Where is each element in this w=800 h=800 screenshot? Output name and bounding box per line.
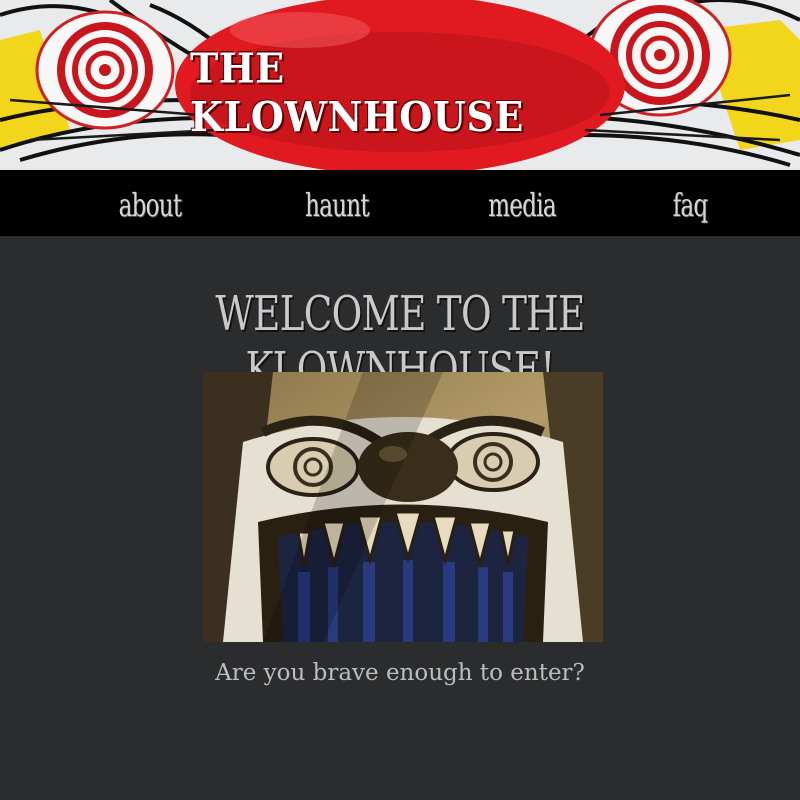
header-banner: THE KLOWNHOUSE <box>0 0 800 170</box>
site-title[interactable]: THE KLOWNHOUSE <box>190 43 610 140</box>
nav-item-about[interactable]: about <box>92 186 207 224</box>
clown-mouth-photo <box>203 372 603 642</box>
nav-item-faq[interactable]: faq <box>632 186 747 224</box>
main-nav: about haunt media faq <box>0 170 800 236</box>
nav-item-haunt[interactable]: haunt <box>279 186 394 224</box>
hero-image <box>203 372 603 642</box>
nav-item-media[interactable]: media <box>464 186 579 224</box>
tagline: Are you brave enough to enter? <box>215 660 585 686</box>
main-content: WELCOME TO THE KLOWNHOUSE! Are you brave… <box>0 236 800 800</box>
